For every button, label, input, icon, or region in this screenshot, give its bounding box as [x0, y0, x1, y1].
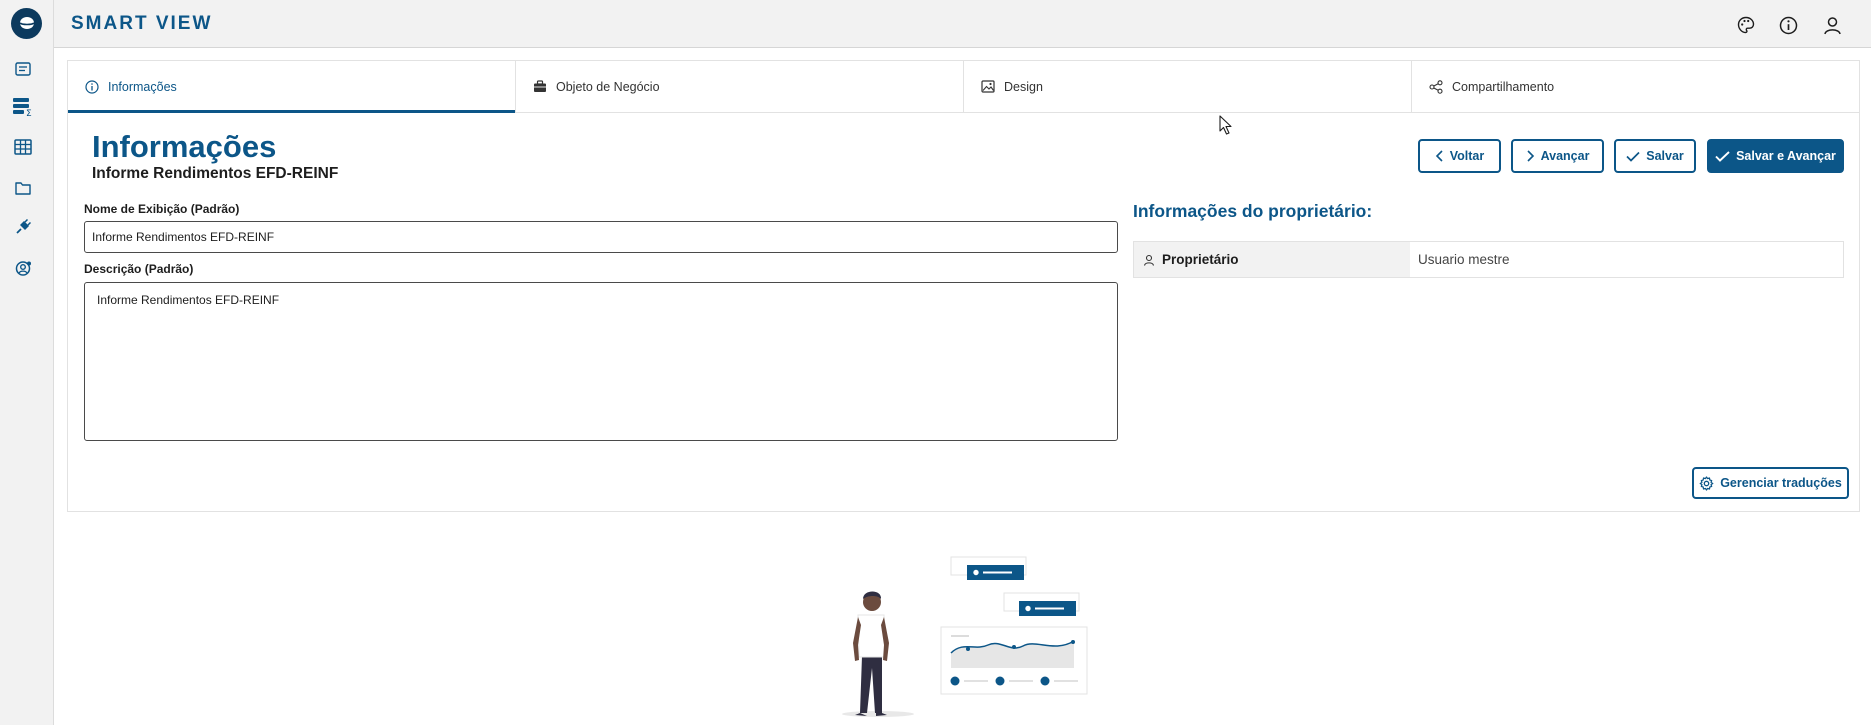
next-button-label: Avançar [1540, 149, 1590, 163]
table-grid-icon[interactable] [12, 136, 34, 158]
list-sum-icon[interactable]: Σ [12, 96, 34, 118]
tab-label: Design [1004, 79, 1043, 94]
tab-informacoes[interactable]: Informações [68, 61, 516, 113]
owner-key-label: Proprietário [1162, 252, 1239, 267]
page-title: Informações [92, 129, 277, 164]
save-and-next-button[interactable]: Salvar e Avançar [1707, 139, 1844, 173]
plug-icon[interactable] [12, 216, 34, 238]
sidebar: Σ [0, 0, 54, 725]
logo-icon [18, 16, 35, 29]
list-document-icon[interactable] [12, 58, 34, 80]
palette-icon[interactable] [1735, 14, 1757, 36]
tab-compartilhamento[interactable]: Compartilhamento [1412, 61, 1859, 112]
chevron-right-icon [1526, 150, 1534, 162]
person-figure [853, 591, 889, 716]
description-label: Descrição (Padrão) [84, 262, 194, 276]
owner-section-title: Informações do proprietário: [1133, 201, 1373, 221]
manage-translations-label: Gerenciar traduções [1720, 476, 1842, 490]
folder-icon[interactable] [12, 177, 34, 199]
share-icon [1428, 79, 1444, 95]
empty-state-illustration [842, 556, 1088, 717]
info-icon[interactable] [1777, 14, 1799, 36]
check-icon [1715, 150, 1730, 162]
description-field[interactable]: Informe Rendimentos EFD-REINF [84, 282, 1118, 441]
page-subtitle: Informe Rendimentos EFD-REINF [92, 165, 339, 182]
tab-objeto-de-negocio[interactable]: Objeto de Negócio [516, 61, 964, 112]
chevron-left-icon [1435, 150, 1443, 162]
user-icon[interactable] [1821, 14, 1843, 36]
tab-label: Objeto de Negócio [556, 79, 660, 94]
display-name-field[interactable] [84, 221, 1118, 253]
manage-translations-button[interactable]: Gerenciar traduções [1692, 467, 1849, 499]
user-settings-icon[interactable] [12, 257, 34, 279]
tab-design[interactable]: Design [964, 61, 1412, 112]
tab-bar: Informações Objeto de Negócio Design Com… [68, 61, 1859, 113]
gear-icon [1699, 475, 1714, 491]
display-name-label: Nome de Exibição (Padrão) [84, 202, 240, 216]
save-and-next-button-label: Salvar e Avançar [1736, 149, 1836, 163]
mouse-cursor-icon [1219, 115, 1232, 135]
user-icon [1143, 254, 1155, 266]
check-icon [1626, 151, 1640, 162]
top-bar: SMART VIEW [54, 0, 1871, 48]
back-button-label: Voltar [1449, 149, 1485, 163]
svg-text:Σ: Σ [26, 109, 32, 117]
next-button[interactable]: Avançar [1511, 139, 1604, 173]
tab-label: Informações [108, 79, 177, 94]
owner-key-cell: Proprietário [1134, 242, 1410, 277]
owner-table: Proprietário Usuario mestre [1133, 241, 1844, 278]
image-icon [980, 79, 996, 95]
save-button[interactable]: Salvar [1614, 139, 1696, 173]
info-card: Informações Objeto de Negócio Design Com… [67, 60, 1860, 512]
app-logo[interactable] [11, 8, 42, 39]
briefcase-icon [532, 79, 548, 95]
back-button[interactable]: Voltar [1418, 139, 1501, 173]
save-button-label: Salvar [1646, 149, 1684, 163]
owner-value: Usuario mestre [1418, 252, 1510, 267]
app-title: SMART VIEW [71, 13, 213, 34]
info-icon [84, 79, 100, 95]
tab-label: Compartilhamento [1452, 79, 1555, 94]
